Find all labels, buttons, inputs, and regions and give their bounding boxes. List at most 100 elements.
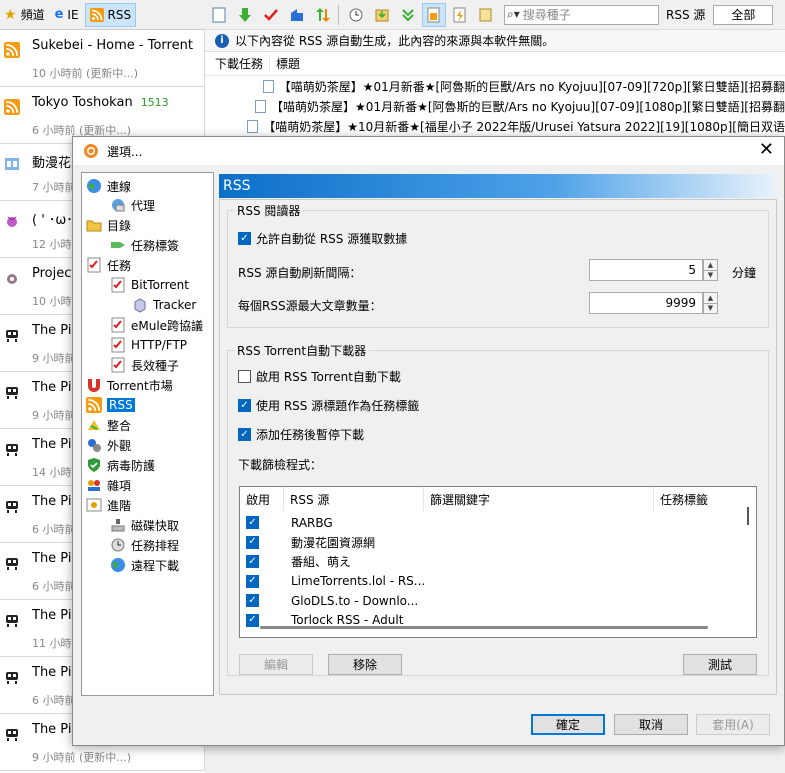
schedule-button[interactable]	[344, 3, 368, 27]
magnet-icon	[86, 377, 102, 393]
tree-item[interactable]: 遠程下載	[110, 555, 179, 575]
start-button[interactable]	[233, 3, 257, 27]
check-icon[interactable]: ✓	[246, 574, 259, 588]
tree-item[interactable]: 代理	[110, 195, 155, 215]
table-row[interactable]: ✓ 動漫花園資源網	[240, 533, 375, 552]
edit-button[interactable]: 編輯	[239, 654, 313, 675]
list-item[interactable]: 【喵萌奶茶屋】★01月新番★[阿魯斯的巨獸/Ars no Kyojuu][07-…	[205, 96, 785, 116]
table-row[interactable]: ✓ LimeTorrents.lol - RS...	[240, 572, 425, 591]
tree-item[interactable]: 整合	[86, 415, 131, 435]
auto-fetch-checkbox[interactable]: ✓ 允許自動從 RSS 源獲取數據	[238, 230, 407, 247]
remote-icon	[110, 557, 126, 573]
rss-view-button[interactable]	[422, 2, 446, 27]
pirate-icon	[4, 612, 20, 628]
tab-rss[interactable]: RSS	[84, 2, 137, 27]
tree-item[interactable]: 目錄	[86, 215, 131, 235]
col-task-tag[interactable]: 任務標籤	[654, 487, 740, 511]
new-task-button[interactable]	[207, 3, 231, 27]
tab-label: IE	[67, 7, 79, 22]
col-enable[interactable]: 啟用	[240, 487, 284, 511]
feed-time: 6 小時前	[32, 523, 76, 536]
apply-button[interactable]: 套用(A)	[696, 714, 770, 735]
col-task[interactable]: 下載任務	[205, 55, 270, 72]
tree-item[interactable]: 任務	[86, 255, 131, 275]
scrollbar-thumb[interactable]	[747, 507, 749, 525]
tab-ie[interactable]: e IE	[51, 3, 83, 27]
check-icon[interactable]: ✓	[246, 555, 259, 568]
toolbar: ⌕▾ 搜尋種子 RSS 源 全部	[205, 0, 785, 30]
list-item[interactable]: 【喵萌奶茶屋】★01月新番★[阿魯斯的巨獸/Ars no Kyojuu][07-…	[205, 76, 785, 96]
tree-item[interactable]: 磁碟快取	[110, 515, 179, 535]
tree-item[interactable]: RSS	[86, 395, 135, 415]
move-button[interactable]	[285, 3, 309, 27]
horizontal-scrollbar[interactable]	[260, 626, 708, 629]
checkbox-label: 使用 RSS 源標題作為任務標籤	[256, 399, 420, 413]
tree-item[interactable]: 長效種子	[110, 355, 179, 375]
tree-item-label: 病毒防護	[107, 458, 156, 473]
pirate-icon	[4, 726, 20, 742]
table-row[interactable]: ✓ RARBG	[240, 513, 333, 532]
document-icon	[262, 79, 274, 93]
dialog-titlebar: 選項...	[73, 137, 784, 165]
tree-item[interactable]: 任務標簽	[110, 235, 179, 255]
complete-button[interactable]	[259, 3, 283, 27]
priority-button[interactable]	[311, 3, 335, 27]
folder-icon	[86, 217, 102, 233]
rss-source-select[interactable]: 全部	[713, 4, 774, 25]
tree-item[interactable]: 病毒防護	[86, 455, 155, 475]
pause-after-add-checkbox[interactable]: ✓ 添加任務後暫停下載	[238, 426, 364, 443]
search-input[interactable]: ⌕▾ 搜尋種子	[504, 4, 659, 25]
list-item[interactable]: 【喵萌奶茶屋】★10月新番★[福星小子 2022年版/Urusei Yatsur…	[205, 116, 785, 136]
document-icon	[255, 99, 267, 113]
max-articles-input[interactable]: 9999	[589, 292, 703, 314]
tree-item[interactable]: HTTP/FTP	[110, 335, 187, 355]
tree-item[interactable]: BitTorrent	[110, 275, 189, 295]
download-button[interactable]	[396, 3, 420, 27]
tree-item[interactable]: Tracker	[132, 295, 196, 315]
group-title: RSS Torrent自動下載器	[234, 342, 370, 359]
project-icon	[4, 270, 20, 286]
close-icon[interactable]: ✕	[759, 141, 774, 159]
rss-source-name: RARBG	[291, 515, 333, 530]
down-arrow-icon[interactable]: ▼	[704, 302, 717, 314]
import-button[interactable]	[370, 3, 394, 27]
remove-button[interactable]: 移除	[328, 654, 402, 675]
test-button[interactable]: 測試	[683, 654, 757, 675]
tree-item[interactable]: 連線	[86, 176, 131, 196]
col-filter-keyword[interactable]: 篩選關鍵字	[424, 487, 654, 511]
check-icon[interactable]: ✓	[246, 535, 259, 549]
bolt-button[interactable]	[448, 3, 472, 27]
pirate-icon	[4, 384, 20, 400]
list-item[interactable]: Sukebei - Home - Torrent 10 小時前 (更新中...)	[0, 30, 205, 87]
note-button[interactable]	[474, 3, 498, 27]
tree-item[interactable]: eMule跨協議	[110, 315, 203, 335]
refresh-interval-input[interactable]: 5	[589, 259, 703, 281]
max-articles-stepper[interactable]: ▲ ▼	[703, 292, 718, 314]
tree-item[interactable]: 雜項	[86, 475, 131, 495]
ok-button[interactable]: 確定	[531, 714, 605, 735]
check-icon[interactable]: ✓	[246, 516, 259, 529]
cancel-button[interactable]: 取消	[614, 714, 688, 735]
group-title: RSS 閱讀器	[234, 202, 304, 219]
refresh-stepper[interactable]: ▲ ▼	[703, 259, 718, 281]
table-row[interactable]: ✓ 番組、萌え	[240, 552, 351, 571]
enable-auto-download-checkbox[interactable]: 啟用 RSS Torrent自動下載	[238, 368, 401, 385]
tab-channels[interactable]: ★ 頻道	[0, 3, 49, 27]
tree-item[interactable]: 任務排程	[110, 535, 179, 555]
up-arrow-icon[interactable]: ▲	[704, 260, 717, 270]
tree-item-label: 任務標簽	[131, 238, 180, 253]
col-rss-source[interactable]: RSS 源	[284, 487, 424, 511]
use-title-tag-checkbox[interactable]: ✓ 使用 RSS 源標題作為任務標籤	[238, 397, 419, 414]
check-icon[interactable]: ✓	[246, 594, 259, 607]
table-row[interactable]: ✓ GloDLS.to - Downlo...	[240, 591, 418, 610]
tree-item[interactable]: 進階	[86, 495, 131, 515]
tree-item[interactable]: 外觀	[86, 435, 131, 455]
down-arrow-icon[interactable]: ▼	[704, 269, 717, 281]
options-tree: 連線 代理 目錄 任務標簽 任務 BitTorrent Tracker eMule跨協議 HTT…	[81, 172, 214, 696]
check-icon[interactable]: ✓	[246, 613, 259, 627]
tree-item[interactable]: Torrent市場	[86, 375, 173, 395]
tracker-icon	[132, 297, 148, 313]
checkbox-label: 添加任務後暫停下載	[256, 428, 365, 442]
up-arrow-icon[interactable]: ▲	[704, 293, 717, 303]
col-title[interactable]: 標題	[270, 55, 300, 72]
